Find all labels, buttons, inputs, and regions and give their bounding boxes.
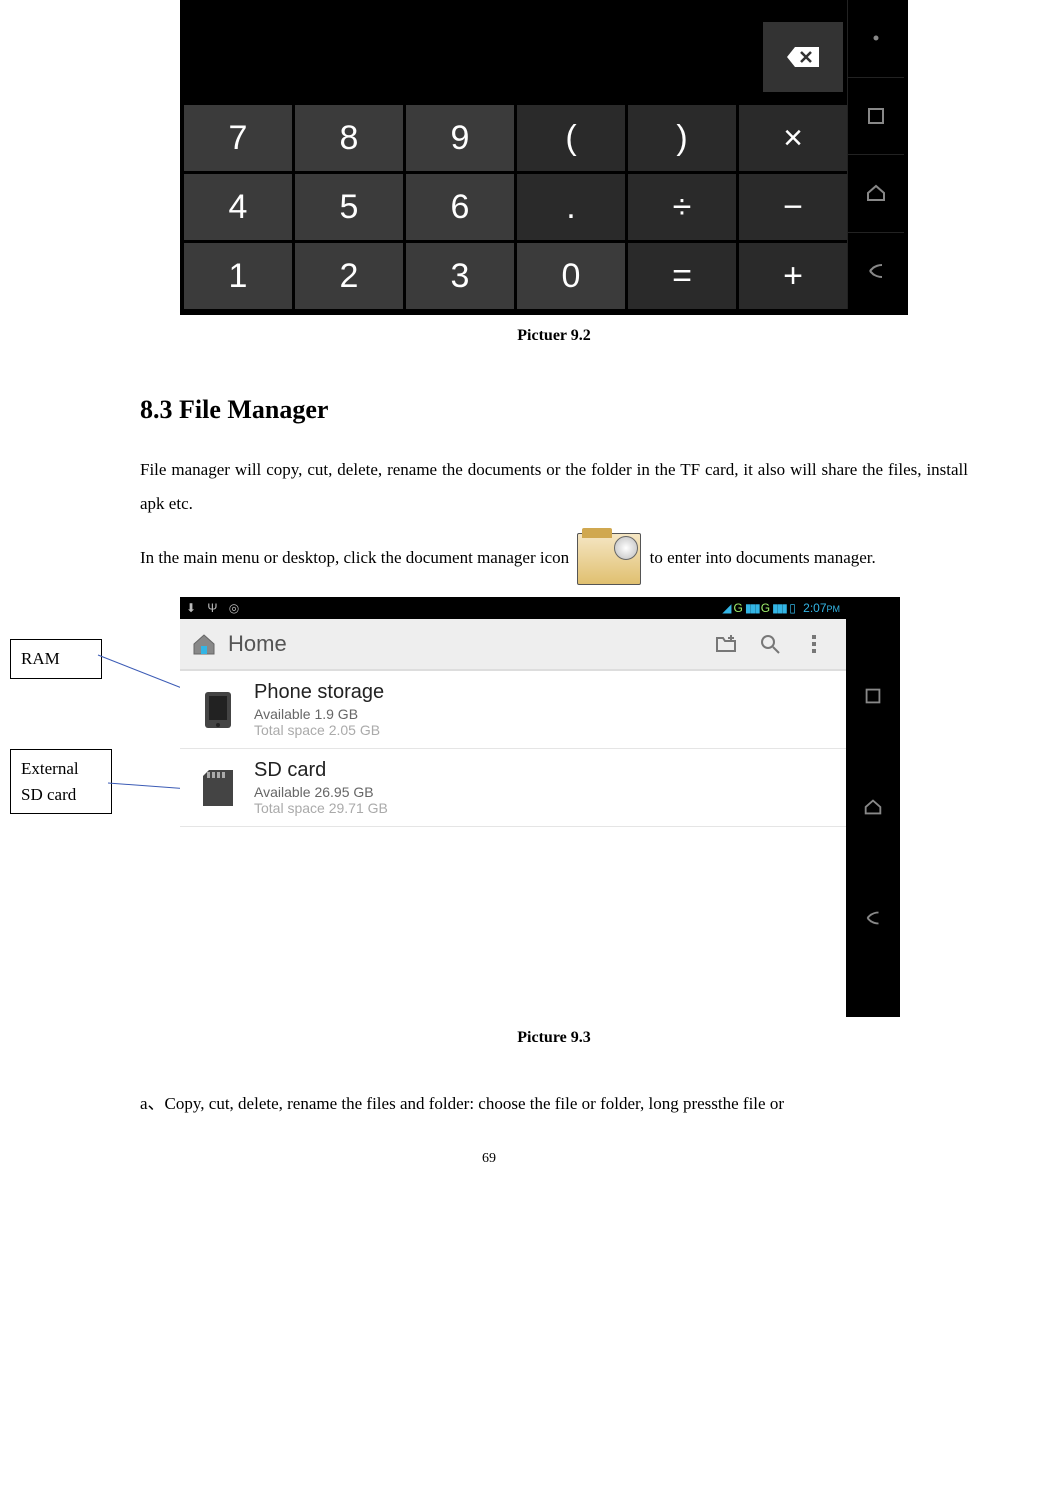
wifi-icon: ◢ (722, 601, 731, 615)
body-paragraph: File manager will copy, cut, delete, ren… (140, 453, 968, 521)
system-navbar (846, 597, 900, 1017)
storage-list: Phone storageAvailable 1.9 GBTotal space… (180, 671, 846, 827)
calc-key-2[interactable]: 2 (295, 243, 403, 309)
storage-title: Phone storage (254, 681, 384, 704)
back-button[interactable] (846, 862, 900, 973)
calc-key-3[interactable]: 3 (406, 243, 514, 309)
battery-icon: ▯ (789, 601, 796, 615)
sd-card-item[interactable]: SD card Available 26.95 GBTotal space 29.… (180, 749, 846, 827)
calc-key-÷[interactable]: ÷ (628, 174, 736, 240)
body-text: to enter into documents manager. (650, 548, 876, 567)
calc-key-=[interactable]: = (628, 243, 736, 309)
calc-key-×[interactable]: × (739, 105, 847, 171)
network-g: G (734, 601, 743, 615)
action-bar: Home (180, 619, 846, 671)
backspace-button[interactable] (763, 22, 843, 92)
page-number: 69 (10, 1151, 968, 1167)
dot-indicator (848, 0, 904, 77)
figure-caption: Pictuer 9.2 (140, 327, 968, 345)
calc-key-4[interactable]: 4 (184, 174, 292, 240)
calc-key-7[interactable]: 7 (184, 105, 292, 171)
search-button[interactable] (748, 632, 792, 656)
storage-title: SD card (254, 759, 388, 782)
storage-total: Total space 29.71 GB (254, 800, 388, 816)
section-heading: 8.3 File Manager (140, 395, 968, 425)
status-bar: ⬇ Ψ ◎ ◢G▮▮▮G▮▮▮ ▯ 2:07PM (180, 597, 846, 619)
download-icon: ⬇ (186, 601, 196, 615)
overflow-menu-button[interactable] (792, 635, 836, 653)
annotation-ram: RAM (10, 639, 102, 679)
action-bar-title: Home (228, 631, 704, 657)
home-icon (190, 630, 218, 658)
network-g: G (761, 601, 770, 615)
body-paragraph: a、Copy, cut, delete, rename the files an… (140, 1087, 968, 1121)
calc-key-5[interactable]: 5 (295, 174, 403, 240)
calc-key-6[interactable]: 6 (406, 174, 514, 240)
phone-storage-icon (196, 688, 240, 732)
clock-ampm: PM (827, 604, 841, 614)
home-button[interactable] (846, 752, 900, 863)
calc-key-)[interactable]: ) (628, 105, 736, 171)
back-button[interactable] (848, 232, 904, 310)
calc-key-([interactable]: ( (517, 105, 625, 171)
calc-key-−[interactable]: − (739, 174, 847, 240)
body-text: In the main menu or desktop, click the d… (140, 548, 573, 567)
new-folder-button[interactable] (704, 632, 748, 656)
calc-key-0[interactable]: 0 (517, 243, 625, 309)
signal-icon: ▮▮▮ (745, 601, 759, 615)
clock-time: 2:07 (803, 601, 826, 615)
calc-key-1[interactable]: 1 (184, 243, 292, 309)
calc-key-+[interactable]: + (739, 243, 847, 309)
storage-available: Available 26.95 GB (254, 784, 388, 800)
android-icon: ◎ (229, 601, 239, 615)
annotation-sdcard: ExternalSD card (10, 749, 112, 814)
file-manager-screenshot: ⬇ Ψ ◎ ◢G▮▮▮G▮▮▮ ▯ 2:07PM Home (180, 597, 900, 1017)
calc-key-9[interactable]: 9 (406, 105, 514, 171)
sd-card-icon (196, 766, 240, 810)
recent-apps-button[interactable] (848, 77, 904, 155)
recent-apps-button[interactable] (846, 641, 900, 752)
storage-total: Total space 2.05 GB (254, 722, 384, 738)
figure-caption: Picture 9.3 (140, 1029, 968, 1047)
calculator-screenshot: 789()× 456.÷− 1230=+ (180, 0, 908, 315)
home-button[interactable] (848, 154, 904, 232)
calc-display (184, 0, 847, 105)
system-navbar (847, 0, 904, 309)
file-manager-icon (577, 533, 641, 585)
body-paragraph: In the main menu or desktop, click the d… (140, 533, 968, 585)
phone-storage-item[interactable]: Phone storage Available 1.9 GBTotal space… (180, 671, 846, 749)
storage-available: Available 1.9 GB (254, 706, 384, 722)
calc-key-8[interactable]: 8 (295, 105, 403, 171)
usb-icon: Ψ (207, 601, 217, 615)
signal-icon: ▮▮▮ (772, 601, 786, 615)
calc-key-.[interactable]: . (517, 174, 625, 240)
